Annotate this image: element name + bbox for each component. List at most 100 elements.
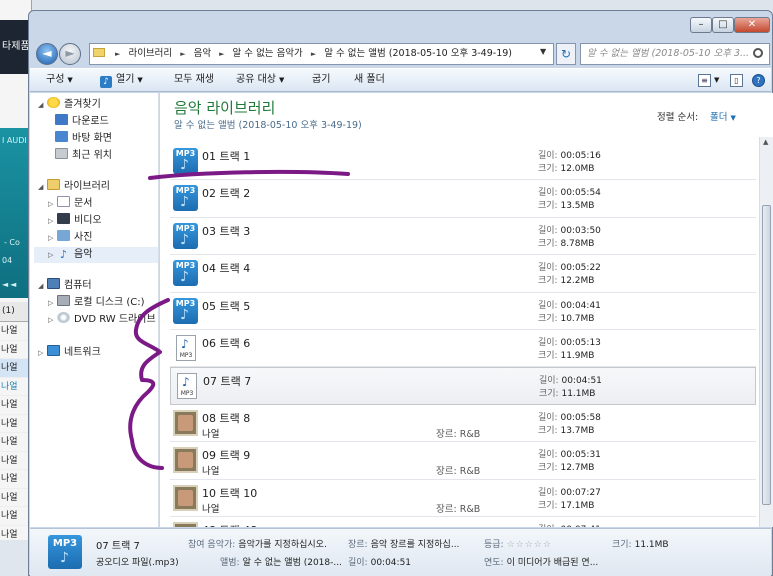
nav-libraries-label: 라이브러리	[64, 181, 110, 192]
nav-computer[interactable]: ◢ 컴퓨터	[38, 278, 92, 294]
search-input[interactable]: 알 수 없는 앨범 (2018-05-10 오후 3...	[580, 43, 770, 65]
length-value: 00:05:31	[560, 450, 601, 461]
refresh-button[interactable]: ↻	[556, 43, 576, 65]
help-icon[interactable]: ?	[752, 74, 765, 87]
breadcrumb-separator-icon[interactable]: ►	[180, 50, 185, 58]
breadcrumb-separator-icon[interactable]: ►	[115, 50, 120, 58]
arrange-by-dropdown[interactable]: 폴더 ▼	[710, 109, 736, 123]
nav-local-disk-label: 로컬 디스크 (C:)	[74, 297, 145, 308]
collapse-arrow-icon[interactable]: ▷	[38, 345, 47, 361]
genre-value: R&B	[459, 428, 481, 440]
back-arrow-icon: ◄	[42, 46, 52, 60]
title-bar[interactable]: – □ ✕	[29, 11, 772, 37]
collapse-arrow-icon[interactable]: ▷	[48, 312, 57, 328]
rating-stars-icon[interactable]: ☆☆☆☆☆	[507, 540, 552, 550]
expand-arrow-icon[interactable]: ◢	[38, 278, 47, 294]
address-dropdown-icon[interactable]: ▼	[540, 43, 546, 61]
album-art-icon	[173, 447, 198, 474]
track-row[interactable]: 48 트랙 48 길이: 00:07:41	[170, 517, 756, 527]
burn-button[interactable]: 굽기	[312, 69, 330, 92]
nav-dvd-drive[interactable]: ▷ DVD RW 드라이브 (	[48, 312, 158, 328]
collapse-arrow-icon[interactable]: ▷	[48, 230, 57, 246]
track-row[interactable]: MP3 ♪ 04 트랙 4 길이: 00:05:22 크기: 12.2MB	[170, 255, 756, 293]
audio-file-icon: ♪ MP3	[176, 334, 196, 361]
track-row[interactable]: MP3 ♪ 05 트랙 5 길이: 00:04:41 크기: 10.7MB	[170, 293, 756, 330]
details-album-label: 앨범:	[220, 558, 240, 568]
details-year[interactable]: 연도: 이 미디어가 배급된 연...	[484, 555, 598, 568]
preview-pane-icon[interactable]: ▯	[730, 74, 743, 87]
collapse-arrow-icon[interactable]: ▷	[48, 213, 57, 229]
nav-videos[interactable]: ▷ 비디오	[48, 213, 102, 229]
arrange-by-value: 폴더	[710, 112, 728, 123]
library-subtitle: 알 수 없는 앨범 (2018-05-10 오후 3-49-19)	[174, 120, 362, 131]
nav-downloads[interactable]: 다운로드	[55, 114, 109, 130]
maximize-button[interactable]: □	[712, 17, 734, 33]
nav-desktop[interactable]: 바탕 화면	[55, 131, 112, 147]
search-icon[interactable]	[753, 48, 763, 58]
scrollbar-thumb[interactable]	[762, 205, 771, 505]
track-size: 크기: 13.5MB	[538, 198, 594, 211]
genre-label: 장르:	[436, 466, 457, 478]
track-row[interactable]: ♪ MP3 06 트랙 6 길이: 00:05:13 크기: 11.9MB	[170, 330, 756, 368]
track-name: 02 트랙 2	[202, 187, 251, 201]
new-folder-button[interactable]: 새 폴더	[354, 69, 385, 92]
close-button[interactable]: ✕	[734, 17, 770, 33]
explorer-window: – □ ✕ ◄ ► ► 라이브러리 ► 음악 ► 알 수 없는 음악가 ► 알 …	[28, 10, 773, 576]
size-label: 크기:	[538, 164, 558, 174]
breadcrumb-album[interactable]: 알 수 없는 앨범 (2018-05-10 오후 3-49-19)	[324, 48, 512, 59]
expand-arrow-icon[interactable]: ◢	[38, 97, 47, 113]
view-dropdown-icon[interactable]: ▼	[714, 69, 719, 92]
scroll-up-icon[interactable]: ▲	[763, 138, 768, 146]
forward-button[interactable]: ►	[59, 43, 81, 65]
back-button[interactable]: ◄	[36, 43, 58, 65]
track-row[interactable]: 08 트랙 8 나얼 장르: R&B 길이: 00:05:58 크기: 13.7MB	[170, 405, 756, 443]
nav-documents[interactable]: ▷ 문서	[48, 196, 92, 212]
minimize-button[interactable]: –	[690, 17, 712, 33]
track-row[interactable]: MP3 ♪ 01 트랙 1 길이: 00:05:16 크기: 12.0MB	[170, 143, 756, 181]
play-all-button[interactable]: 모두 재생	[174, 69, 214, 92]
breadcrumb-libraries[interactable]: 라이브러리	[128, 48, 172, 59]
background-player-time: 04	[2, 256, 13, 265]
breadcrumb-music[interactable]: 음악	[194, 48, 211, 59]
nav-music[interactable]: ▷ ♪ 음악	[34, 247, 158, 263]
collapse-arrow-icon[interactable]: ▷	[48, 295, 57, 311]
track-artist: 나얼	[202, 503, 220, 515]
track-row[interactable]: 10 트랙 10 나얼 장르: R&B 길이: 00:07:27 크기: 17.1MB	[170, 480, 756, 517]
forward-arrow-icon: ►	[65, 46, 75, 60]
share-button[interactable]: 공유 대상 ▼	[236, 69, 284, 92]
breadcrumb-separator-icon[interactable]: ►	[311, 50, 316, 58]
track-length: 길이: 00:05:31	[538, 447, 601, 460]
track-row[interactable]: MP3 ♪ 03 트랙 3 길이: 00:03:50 크기: 8.78MB	[170, 218, 756, 256]
track-row[interactable]: 09 트랙 9 나얼 장르: R&B 길이: 00:05:31 크기: 12.7MB	[170, 442, 756, 480]
collapse-arrow-icon[interactable]: ▷	[48, 247, 57, 263]
track-length: 길이: 00:04:51	[539, 373, 602, 386]
breadcrumb-separator-icon[interactable]: ►	[219, 50, 224, 58]
nav-local-disk[interactable]: ▷ 로컬 디스크 (C:)	[48, 295, 145, 311]
organize-button[interactable]: 구성 ▼	[46, 69, 73, 92]
collapse-arrow-icon[interactable]: ▷	[48, 196, 57, 212]
nav-favorites[interactable]: ◢ 즐겨찾기	[38, 97, 101, 113]
nav-pictures[interactable]: ▷ 사진	[48, 230, 92, 246]
track-row[interactable]: ♪ MP3 07 트랙 7 길이: 00:04:51 크기: 11.1MB	[170, 367, 756, 405]
view-options-icon[interactable]: ≡	[698, 74, 711, 87]
length-value: 00:07:27	[560, 487, 601, 498]
details-genre[interactable]: 장르: 음악 장르를 지정하십...	[348, 537, 459, 550]
nav-recent[interactable]: 최근 위치	[55, 148, 112, 164]
details-rating[interactable]: 등급: ☆☆☆☆☆	[484, 537, 552, 550]
details-album[interactable]: 앨범: 알 수 없는 앨범 (2018-...	[220, 555, 342, 568]
breadcrumb-artist[interactable]: 알 수 없는 음악가	[233, 48, 303, 59]
expand-arrow-icon[interactable]: ◢	[38, 179, 47, 195]
track-genre: 장르: R&B	[436, 463, 480, 477]
details-artists[interactable]: 참여 음악가: 음악가를 지정하십시오.	[188, 537, 327, 550]
open-button[interactable]: ♪ 열기 ▼	[100, 69, 143, 92]
track-row[interactable]: MP3 ♪ 02 트랙 2 길이: 00:05:54 크기: 13.5MB	[170, 180, 756, 218]
length-value: 00:05:54	[560, 188, 601, 199]
length-label: 길이:	[538, 188, 558, 199]
details-length-label: 길이:	[348, 558, 368, 568]
length-value: 00:04:51	[561, 376, 602, 387]
vertical-scrollbar[interactable]: ▲	[759, 137, 773, 527]
nav-network[interactable]: ▷ 네트워크	[38, 345, 101, 361]
nav-libraries[interactable]: ◢ 라이브러리	[38, 179, 110, 195]
background-player-text: I AUDI	[2, 136, 27, 145]
address-bar[interactable]: ► 라이브러리 ► 음악 ► 알 수 없는 음악가 ► 알 수 없는 앨범 (2…	[89, 43, 554, 65]
